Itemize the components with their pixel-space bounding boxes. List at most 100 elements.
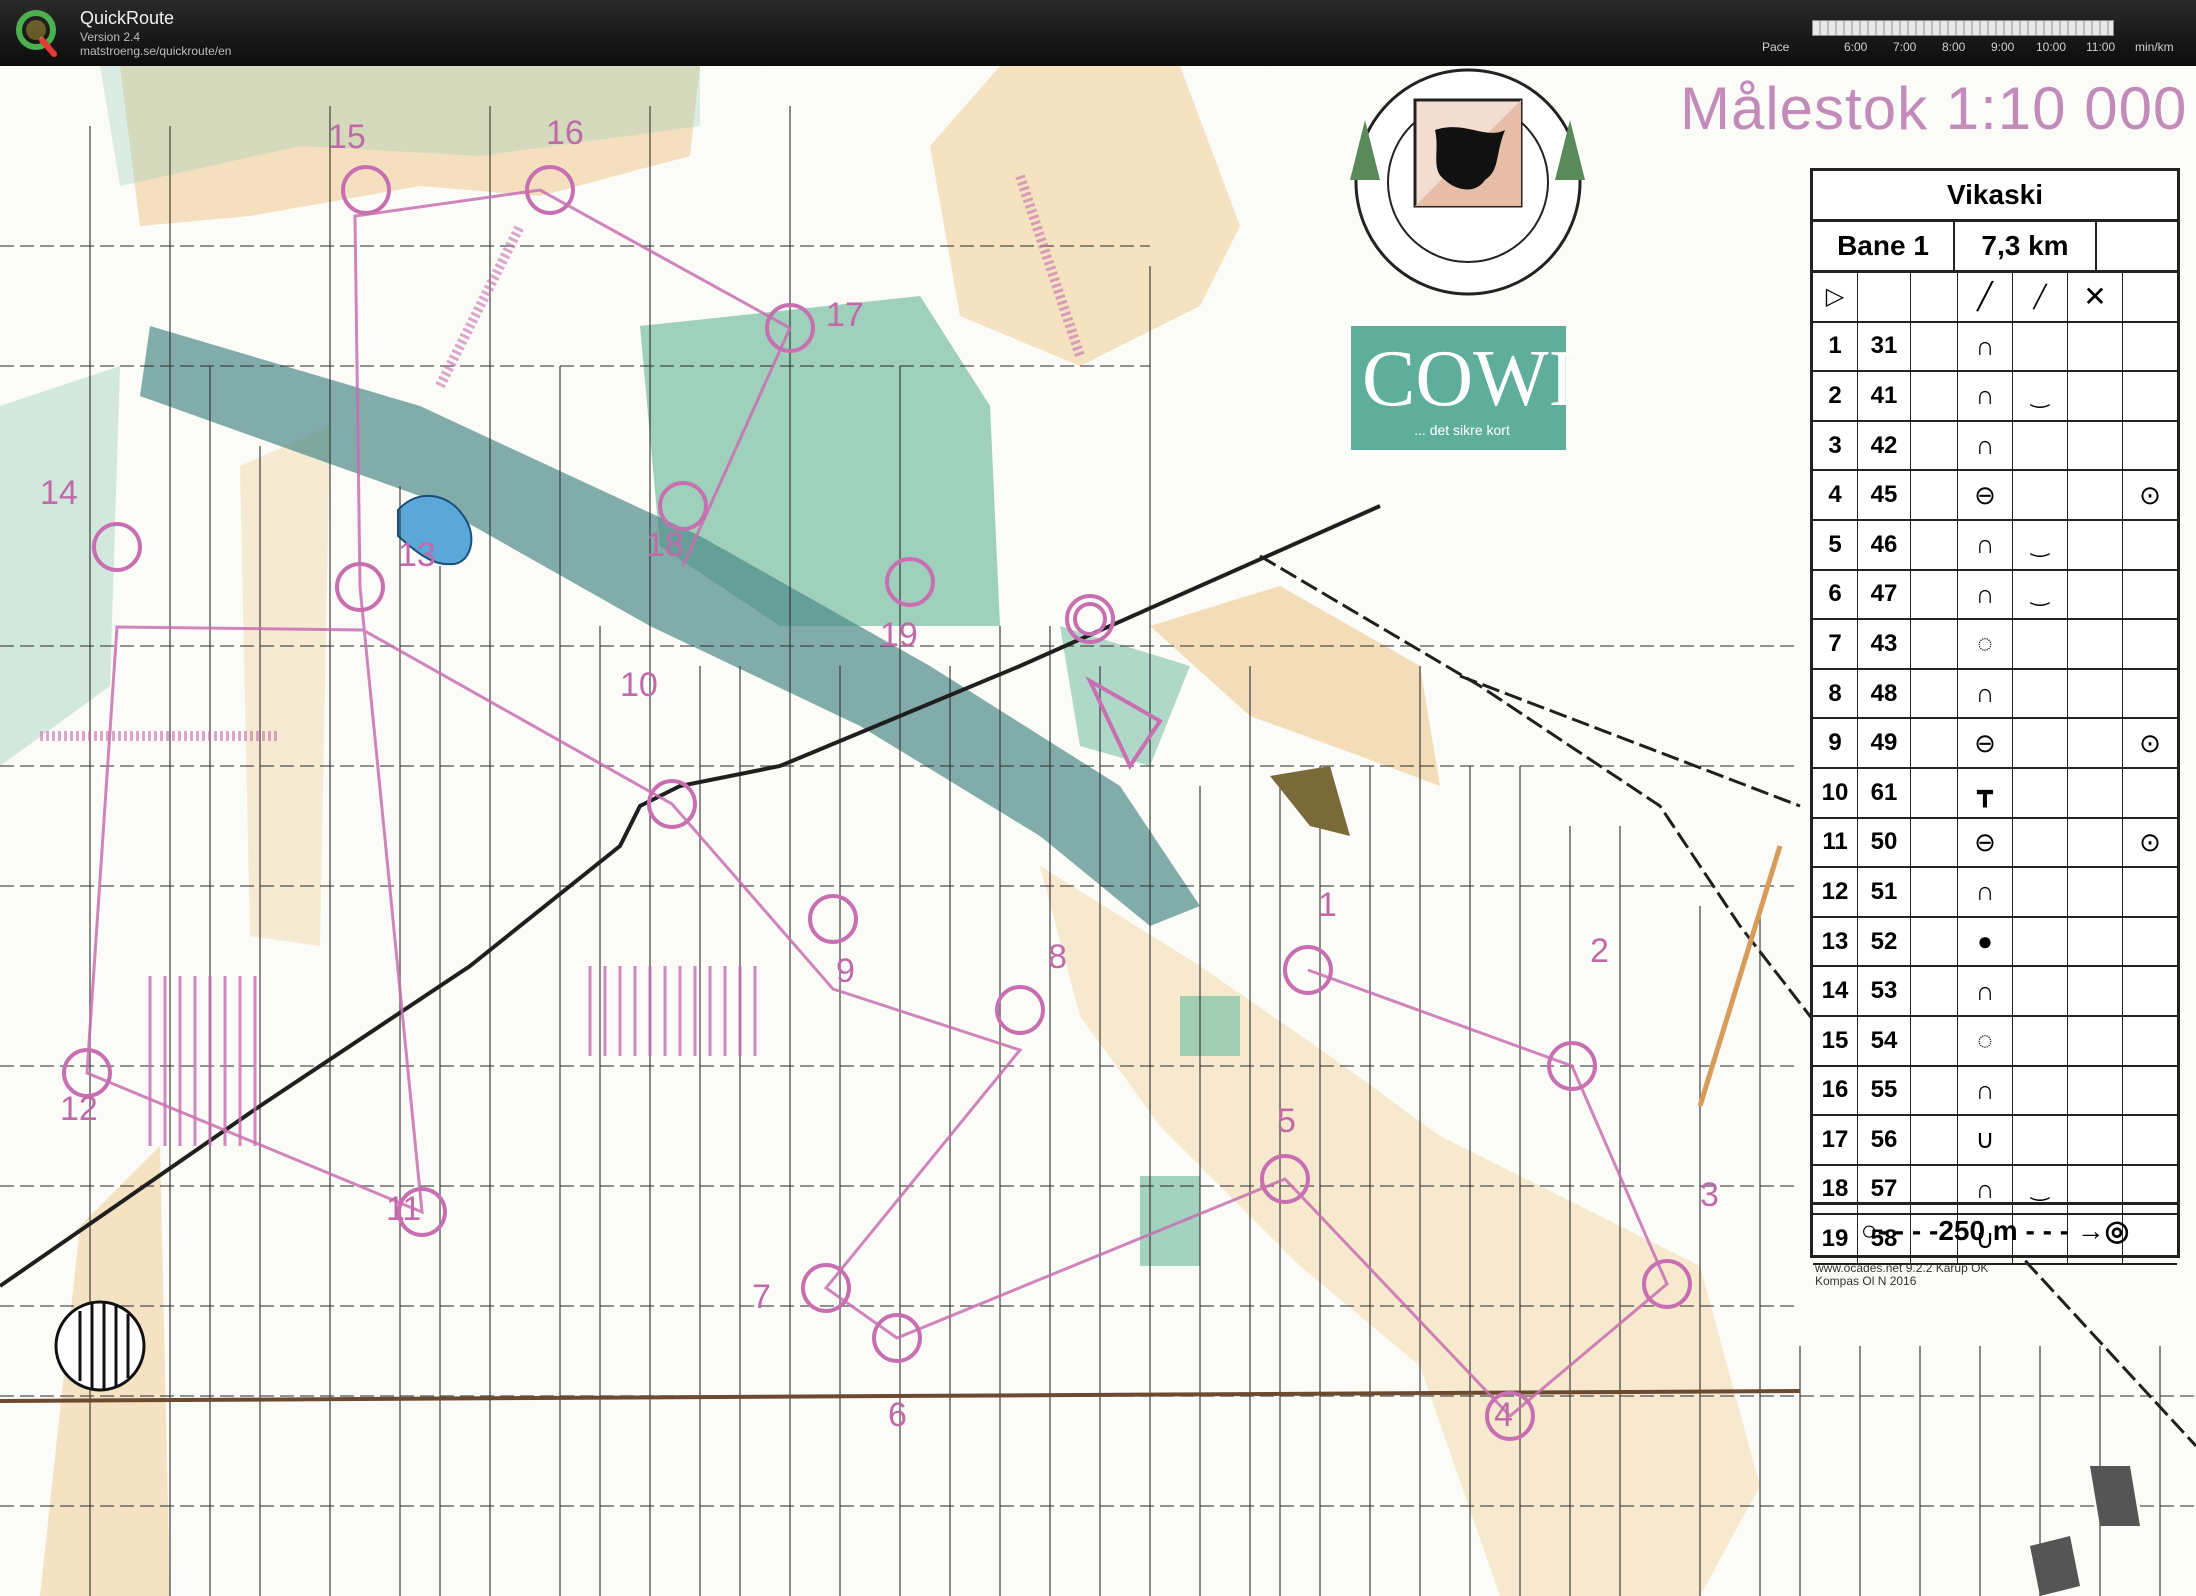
empty-cell	[2068, 967, 2123, 1015]
pace-color-scale	[1812, 20, 2114, 36]
control-number: 17	[1813, 1116, 1858, 1164]
empty-cell	[1911, 669, 1958, 718]
control-feature: ⊖	[1958, 818, 2013, 867]
empty-cell	[2068, 520, 2123, 569]
control-extra: ⊙	[2139, 826, 2161, 857]
pace-tick: 10:00	[2036, 40, 2067, 54]
pace-tick: 7:00	[1893, 40, 1917, 54]
control-feature: ◌	[1958, 1016, 2013, 1065]
course-control-label: 14	[40, 474, 78, 512]
empty-cell	[2068, 868, 2123, 916]
empty-cell	[1911, 1116, 1958, 1164]
control-code: 51	[1858, 868, 1911, 916]
empty-cell	[1911, 1016, 1958, 1065]
control-extra	[2123, 1116, 2177, 1164]
empty-cell	[2068, 620, 2123, 668]
control-extra	[2123, 521, 2177, 569]
control-appear	[2013, 967, 2068, 1015]
course-control-label: 9	[836, 952, 855, 990]
control-number: 6	[1813, 570, 1858, 619]
pace-tick: 11:00	[2086, 40, 2116, 54]
quickroute-logo-icon	[16, 10, 57, 57]
control-appear	[2013, 620, 2068, 668]
map-credit: www.ocades.net 9.2.2 Karup OK Kompas Ol …	[1815, 1262, 1988, 1288]
control-feature: ∩	[1958, 1066, 2013, 1115]
empty-cell	[2068, 818, 2123, 867]
control-extra	[2123, 967, 2177, 1015]
empty-cell	[1911, 768, 1958, 817]
control-extra: ⊙	[2139, 727, 2161, 758]
empty-cell	[2068, 471, 2123, 519]
control-feature: ●	[1958, 917, 2013, 966]
course-control-label: 6	[888, 1396, 907, 1434]
cross-icon: ✕	[2068, 273, 2123, 321]
empty-cell	[1911, 1066, 1958, 1115]
control-number: 5	[1813, 520, 1858, 569]
app-version: Version 2.4	[80, 30, 141, 44]
control-extra	[2123, 620, 2177, 668]
empty-cell	[2068, 669, 2123, 718]
control-feature: ┳	[1958, 768, 2013, 817]
empty-cell	[1911, 967, 1958, 1015]
start-row: ▷ ╱ ╱ ✕	[1813, 273, 2177, 323]
empty-cell	[1911, 421, 1958, 470]
control-row: 16 55 ∩	[1813, 1066, 2177, 1117]
course-control-label: 5	[1277, 1102, 1296, 1140]
course-control-label: 16	[546, 114, 584, 152]
finish-distance: ○- - - -250 m - - - →◎	[1813, 1202, 2177, 1255]
app-titlebar: QuickRoute Version 2.4 matstroeng.se/qui…	[0, 0, 2196, 66]
control-feature: ∪	[1958, 1116, 2013, 1164]
empty-cell	[2068, 917, 2123, 966]
control-feature: ⊖	[1958, 471, 2013, 519]
control-code: 31	[1858, 322, 1911, 371]
empty-cell	[1911, 471, 1958, 519]
control-code: 45	[1858, 471, 1911, 519]
control-number: 8	[1813, 669, 1858, 718]
control-code: 55	[1858, 1066, 1911, 1115]
control-number: 4	[1813, 471, 1858, 519]
course-control-label: 12	[60, 1090, 98, 1128]
control-extra	[2123, 323, 2177, 371]
pace-unit: min/km	[2135, 40, 2174, 54]
control-feature: ∩	[1958, 967, 2013, 1015]
control-extra	[2123, 868, 2177, 916]
control-row: 6 47 ∩ ‿	[1813, 570, 2177, 621]
app-url[interactable]: matstroeng.se/quickroute/en	[80, 44, 231, 58]
empty-cell	[1911, 620, 1958, 668]
control-feature: ∩	[1958, 520, 2013, 569]
control-feature: ∩	[1958, 868, 2013, 916]
control-appear	[2013, 1116, 2068, 1164]
control-feature: ∩	[1958, 669, 2013, 718]
control-row: 8 48 ∩	[1813, 669, 2177, 720]
control-number: 2	[1813, 372, 1858, 420]
control-appear: ‿	[2013, 520, 2068, 569]
course-control-label: 10	[620, 666, 658, 704]
empty-cell	[1911, 372, 1958, 420]
empty-cell	[1911, 322, 1958, 371]
control-appear	[2013, 768, 2068, 817]
control-row: 1 31 ∩	[1813, 322, 2177, 373]
course-control-label: 19	[880, 616, 918, 654]
course-control-label: 15	[328, 118, 366, 156]
control-appear	[2013, 421, 2068, 470]
control-code: 50	[1858, 818, 1911, 867]
control-appear	[2013, 1016, 2068, 1065]
control-number: 14	[1813, 967, 1858, 1015]
control-rows: 1 31 ∩ 2 41 ∩ ‿ 3 42 ∩ 4 45 ⊖ ⊙ 5 46 ∩ ‿ 6 47 ∩ ‿ 7 43 ◌ 8 48 ∩ 9 49 ⊖…	[1813, 322, 2177, 1265]
control-code: 52	[1858, 917, 1911, 966]
control-row: 11 50 ⊖ ⊙	[1813, 818, 2177, 869]
control-row: 4 45 ⊖ ⊙	[1813, 471, 2177, 521]
control-code: 49	[1858, 719, 1911, 767]
empty-cell	[1911, 917, 1958, 966]
control-code: 61	[1858, 768, 1911, 817]
control-code: 41	[1858, 372, 1911, 420]
control-number: 15	[1813, 1016, 1858, 1065]
control-row: 13 52 ●	[1813, 917, 2177, 968]
control-feature: ∩	[1958, 372, 2013, 420]
control-code: 42	[1858, 421, 1911, 470]
control-feature: ∩	[1958, 322, 2013, 371]
control-code: 54	[1858, 1016, 1911, 1065]
pace-label: Pace	[1762, 40, 1790, 54]
pace-tick: 6:00	[1844, 40, 1868, 54]
empty-cell	[2068, 719, 2123, 767]
